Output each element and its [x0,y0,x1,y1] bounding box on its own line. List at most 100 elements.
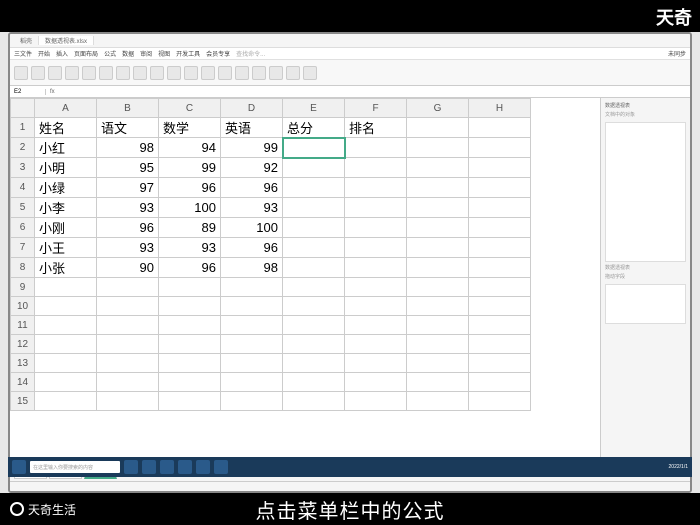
fx-icon[interactable]: fx [46,89,59,95]
cell-H6[interactable] [469,218,531,238]
cell-F14[interactable] [345,373,407,392]
panel-box2[interactable] [605,284,686,324]
cell-D10[interactable] [221,297,283,316]
col-header-A[interactable]: A [35,99,97,118]
cell-G10[interactable] [407,297,469,316]
cell-C11[interactable] [159,316,221,335]
row-header-5[interactable]: 5 [11,198,35,218]
col-header-D[interactable]: D [221,99,283,118]
cell-B7[interactable]: 93 [97,238,159,258]
cell-F6[interactable] [345,218,407,238]
row-header-4[interactable]: 4 [11,178,35,198]
cell-C3[interactable]: 99 [159,158,221,178]
cell-H11[interactable] [469,316,531,335]
cell-H7[interactable] [469,238,531,258]
cell-B5[interactable]: 93 [97,198,159,218]
cell-A11[interactable] [35,316,97,335]
ribbon-btn[interactable] [82,66,96,80]
cell-C13[interactable] [159,354,221,373]
cell-C6[interactable]: 89 [159,218,221,238]
cell-C9[interactable] [159,278,221,297]
cell-B10[interactable] [97,297,159,316]
menu-vip[interactable]: 会员专享 [206,49,230,58]
cell-B8[interactable]: 90 [97,258,159,278]
row-header-2[interactable]: 2 [11,138,35,158]
ribbon-btn[interactable] [167,66,181,80]
cell-B6[interactable]: 96 [97,218,159,238]
cell-B14[interactable] [97,373,159,392]
row-header-14[interactable]: 14 [11,373,35,392]
col-header-F[interactable]: F [345,99,407,118]
cell-D12[interactable] [221,335,283,354]
cell-H2[interactable] [469,138,531,158]
ribbon-btn[interactable] [65,66,79,80]
cell-D11[interactable] [221,316,283,335]
ribbon-btn[interactable] [269,66,283,80]
cell-F7[interactable] [345,238,407,258]
cell-G14[interactable] [407,373,469,392]
cell-D9[interactable] [221,278,283,297]
cell-H3[interactable] [469,158,531,178]
cell-F5[interactable] [345,198,407,218]
cell-E11[interactable] [283,316,345,335]
cell-F9[interactable] [345,278,407,297]
cell-A14[interactable] [35,373,97,392]
col-header-C[interactable]: C [159,99,221,118]
start-button[interactable] [12,460,26,474]
cell-C5[interactable]: 100 [159,198,221,218]
cell-D13[interactable] [221,354,283,373]
cell-A15[interactable] [35,392,97,411]
cell-C8[interactable]: 96 [159,258,221,278]
taskbar-icon[interactable] [214,460,228,474]
spreadsheet-grid[interactable]: ABCDEFGH1姓名语文数学英语总分排名2小红9894993小明9599924… [10,98,600,467]
cell-D3[interactable]: 92 [221,158,283,178]
ribbon-btn[interactable] [184,66,198,80]
cell-D14[interactable] [221,373,283,392]
ribbon-btn[interactable] [133,66,147,80]
cell-C15[interactable] [159,392,221,411]
cell-F2[interactable] [345,138,407,158]
cell-G1[interactable] [407,118,469,138]
cell-F1[interactable]: 排名 [345,118,407,138]
cell-D5[interactable]: 93 [221,198,283,218]
cell-E7[interactable] [283,238,345,258]
cell-D8[interactable]: 98 [221,258,283,278]
ribbon-btn[interactable] [31,66,45,80]
ribbon-btn[interactable] [201,66,215,80]
menu-insert[interactable]: 插入 [56,49,68,58]
taskbar-icon[interactable] [160,460,174,474]
row-header-11[interactable]: 11 [11,316,35,335]
ribbon-btn[interactable] [116,66,130,80]
cell-E13[interactable] [283,354,345,373]
row-header-7[interactable]: 7 [11,238,35,258]
cell-F8[interactable] [345,258,407,278]
taskbar-icon[interactable] [142,460,156,474]
cell-D6[interactable]: 100 [221,218,283,238]
ribbon-btn[interactable] [303,66,317,80]
cell-F3[interactable] [345,158,407,178]
cell-C14[interactable] [159,373,221,392]
cell-E15[interactable] [283,392,345,411]
cell-H12[interactable] [469,335,531,354]
ribbon-btn[interactable] [99,66,113,80]
cell-H15[interactable] [469,392,531,411]
ribbon-btn[interactable] [218,66,232,80]
cell-A6[interactable]: 小刚 [35,218,97,238]
cell-E10[interactable] [283,297,345,316]
cell-A9[interactable] [35,278,97,297]
cell-C1[interactable]: 数学 [159,118,221,138]
taskbar-search[interactable]: 在这里输入你要搜索的内容 [30,461,120,473]
app-tab-2[interactable]: 数据透视表.xlsx [39,36,94,45]
cell-D1[interactable]: 英语 [221,118,283,138]
panel-box[interactable] [605,122,686,262]
cell-E1[interactable]: 总分 [283,118,345,138]
app-tab-1[interactable]: 稻壳 [14,36,39,45]
menu-data[interactable]: 数据 [122,49,134,58]
menu-review[interactable]: 审阅 [140,49,152,58]
cell-C7[interactable]: 93 [159,238,221,258]
row-header-13[interactable]: 13 [11,354,35,373]
row-header-1[interactable]: 1 [11,118,35,138]
cell-B2[interactable]: 98 [97,138,159,158]
row-header-10[interactable]: 10 [11,297,35,316]
ribbon-btn[interactable] [286,66,300,80]
